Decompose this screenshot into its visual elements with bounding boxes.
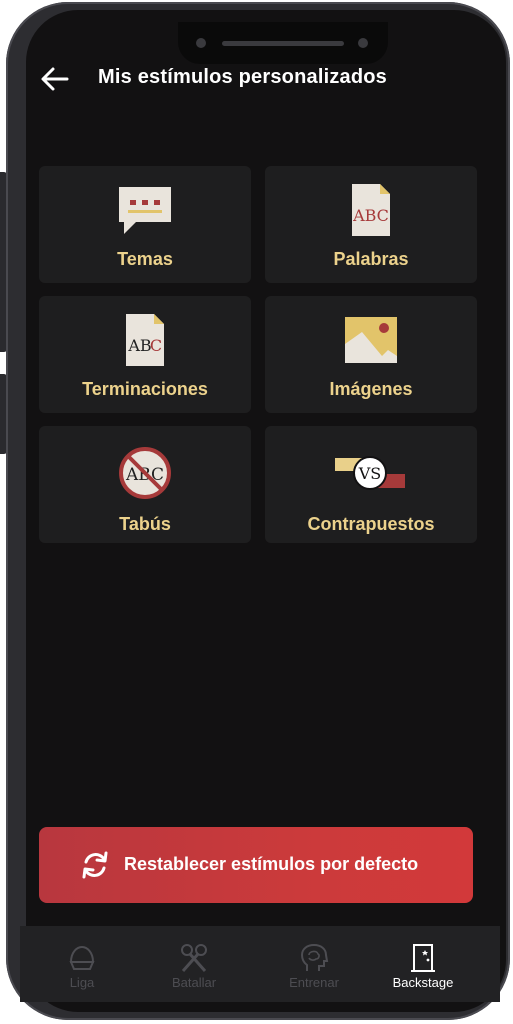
abc-document-icon: ABC: [352, 184, 390, 236]
reset-stimuli-button[interactable]: Restablecer estímulos por defecto: [39, 827, 473, 903]
bottom-tab-bar: Liga Batallar Entrenar Backstage: [20, 926, 500, 1002]
page-title: Mis estímulos personalizados: [98, 66, 388, 88]
svg-text:C: C: [150, 336, 162, 355]
abc-ending-document-icon: AB C: [126, 314, 164, 366]
arrow-left-icon: [41, 67, 69, 91]
category-label: Contrapuestos: [307, 514, 435, 534]
tab-entrenar[interactable]: Entrenar: [264, 926, 364, 1002]
category-label: Terminaciones: [82, 379, 208, 399]
helmet-icon: [69, 945, 95, 970]
category-label: Tabús: [119, 514, 171, 534]
svg-text:AB: AB: [127, 336, 151, 355]
versus-icon: VS: [335, 456, 405, 490]
category-tile-palabras[interactable]: ABC Palabras: [265, 166, 477, 283]
category-tile-tabus[interactable]: ABC Tabús: [39, 426, 251, 543]
tab-batallar[interactable]: Batallar: [144, 926, 244, 1002]
svg-text:VS: VS: [358, 464, 382, 483]
tab-label: Backstage: [392, 975, 454, 990]
crossed-microphones-icon: [181, 944, 207, 972]
tab-liga[interactable]: Liga: [32, 926, 132, 1002]
category-label: Palabras: [333, 249, 409, 269]
door-icon: [411, 944, 435, 972]
category-tile-temas[interactable]: Temas: [39, 166, 251, 283]
back-button[interactable]: [38, 62, 72, 96]
tab-label: Liga: [69, 975, 95, 990]
tab-label: Batallar: [171, 975, 217, 990]
forbidden-abc-icon: ABC: [119, 447, 171, 499]
category-label: Temas: [117, 249, 173, 269]
category-tile-imagenes[interactable]: Imágenes: [265, 296, 477, 413]
category-label: Imágenes: [329, 379, 413, 399]
image-icon: [345, 317, 397, 363]
app-header: Mis estímulos personalizados: [20, 52, 500, 108]
tab-backstage[interactable]: Backstage: [373, 926, 473, 1002]
category-tile-contrapuestos[interactable]: VS Contrapuestos: [265, 426, 477, 543]
chat-bubble-icon: [119, 187, 171, 234]
svg-text:ABC: ABC: [352, 206, 389, 225]
category-tile-terminaciones[interactable]: AB C Terminaciones: [39, 296, 251, 413]
tab-label: Entrenar: [289, 975, 339, 990]
reset-stimuli-label: Restablecer estímulos por defecto: [124, 854, 419, 874]
refresh-icon: [82, 851, 108, 879]
brain-head-icon: [300, 943, 329, 971]
